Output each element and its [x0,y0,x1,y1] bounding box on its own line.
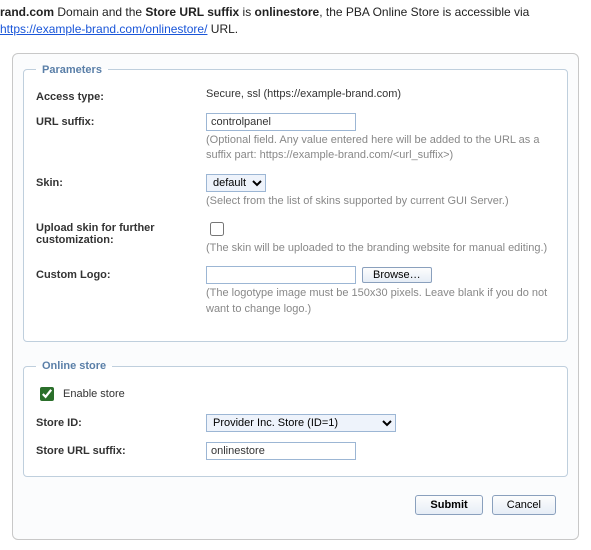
row-skin: Skin: default (Select from the list of s… [36,174,555,209]
upload-skin-checkbox[interactable] [210,222,224,236]
enable-store-checkbox[interactable] [40,387,54,401]
page: rand.com Domain and the Store URL suffix… [0,0,591,540]
intro-domain-bold: rand.com [0,5,54,19]
intro-store-url-suffix-value-bold: onlinestore [255,5,320,19]
button-row: Submit Cancel [23,495,556,515]
row-custom-logo: Custom Logo: Browse… (The logotype image… [36,266,555,317]
row-enable-store: Enable store [36,384,555,404]
row-url-suffix: URL suffix: (Optional field. Any value e… [36,113,555,164]
online-store-fieldset: Online store Enable store Store ID: Prov… [23,360,568,477]
upload-skin-hint: (The skin will be uploaded to the brandi… [206,241,555,256]
url-suffix-label: URL suffix: [36,113,206,128]
custom-logo-input[interactable] [206,266,356,284]
row-store-url-suffix: Store URL suffix: [36,442,555,460]
intro-t2: is [239,5,254,19]
upload-skin-label: Upload skin for further customization: [36,219,206,246]
intro-store-url-suffix-bold: Store URL suffix [145,5,239,19]
url-suffix-hint: (Optional field. Any value entered here … [206,133,555,164]
custom-logo-label: Custom Logo: [36,266,206,281]
enable-store-label: Enable store [63,388,125,400]
store-url-suffix-input[interactable] [206,442,356,460]
access-type-label: Access type: [36,88,206,103]
store-id-label: Store ID: [36,414,206,429]
cancel-button[interactable]: Cancel [492,495,556,515]
access-type-value: Secure, ssl (https://example-brand.com) [206,88,555,100]
intro-t1: Domain and the [54,5,145,19]
store-id-select[interactable]: Provider Inc. Store (ID=1) [206,414,396,432]
row-store-id: Store ID: Provider Inc. Store (ID=1) [36,414,555,432]
intro-text: rand.com Domain and the Store URL suffix… [0,0,591,49]
row-upload-skin: Upload skin for further customization: (… [36,219,555,256]
skin-hint: (Select from the list of skins supported… [206,194,555,209]
settings-panel: Parameters Access type: Secure, ssl (htt… [12,53,579,540]
row-access-type: Access type: Secure, ssl (https://exampl… [36,88,555,103]
browse-button[interactable]: Browse… [362,267,432,283]
intro-url-link[interactable]: https://example-brand.com/onlinestore/ [0,22,207,36]
parameters-fieldset: Parameters Access type: Secure, ssl (htt… [23,64,568,342]
online-store-legend: Online store [36,360,112,372]
skin-select[interactable]: default [206,174,266,192]
custom-logo-hint: (The logotype image must be 150x30 pixel… [206,286,555,317]
intro-t3: , the PBA Online Store is accessible via [319,5,529,19]
skin-label: Skin: [36,174,206,189]
parameters-legend: Parameters [36,64,108,76]
url-suffix-input[interactable] [206,113,356,131]
submit-button[interactable]: Submit [415,495,482,515]
intro-t4: URL. [207,22,238,36]
store-url-suffix-label: Store URL suffix: [36,442,206,457]
